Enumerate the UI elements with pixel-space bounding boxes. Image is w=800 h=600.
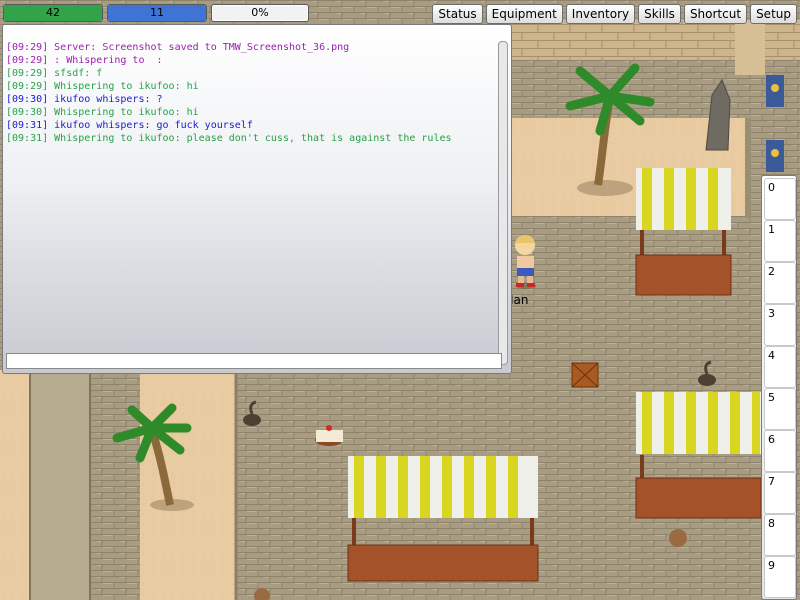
equipment-button[interactable]: Equipment bbox=[485, 4, 563, 24]
inventory-button[interactable]: Inventory bbox=[565, 4, 636, 24]
chat-line: [09:31] Whispering to ikufoo: please don… bbox=[6, 133, 452, 144]
chat-line: [09:29] sfsdf: f bbox=[6, 68, 103, 79]
chat-line: [09:30] ikufoo whispers: ? bbox=[6, 94, 163, 105]
slot-number: 6 bbox=[768, 433, 775, 446]
hp-value: 42 bbox=[46, 6, 60, 19]
slot-number: 4 bbox=[768, 349, 775, 362]
slot-number: 0 bbox=[768, 181, 775, 194]
shortcut-slot-6[interactable]: 6 bbox=[764, 430, 796, 472]
chat-log: [09:29] Server: Screenshot saved to TMW_… bbox=[6, 41, 496, 145]
slot-number: 9 bbox=[768, 559, 775, 572]
shortcut-bar: 0 1 2 3 4 5 6 7 8 9 bbox=[761, 175, 797, 600]
shortcut-slot-3[interactable]: 3 bbox=[764, 304, 796, 346]
window-menu: Status Equipment Inventory Skills Shortc… bbox=[432, 4, 797, 24]
shortcut-slot-8[interactable]: 8 bbox=[764, 514, 796, 556]
chat-scrollbar[interactable] bbox=[498, 41, 508, 365]
chat-line: [09:30] Whispering to ikufoo: hi bbox=[6, 107, 199, 118]
mp-bar: 11 bbox=[107, 4, 207, 22]
shortcut-button[interactable]: Shortcut bbox=[683, 4, 748, 24]
slot-number: 7 bbox=[768, 475, 775, 488]
slot-number: 1 bbox=[768, 223, 775, 236]
xp-bar: 0% bbox=[211, 4, 309, 22]
player-name-label: Ian bbox=[510, 293, 529, 307]
shortcut-slot-2[interactable]: 2 bbox=[764, 262, 796, 304]
xp-value: 0% bbox=[251, 6, 269, 19]
chat-line: [09:29] Whispering to ikufoo: hi bbox=[6, 81, 199, 92]
shortcut-slot-9[interactable]: 9 bbox=[764, 556, 796, 598]
skills-button[interactable]: Skills bbox=[638, 4, 681, 24]
setup-button[interactable]: Setup bbox=[750, 4, 797, 24]
hp-bar: 42 bbox=[3, 4, 103, 22]
slot-number: 3 bbox=[768, 307, 775, 320]
shortcut-slot-7[interactable]: 7 bbox=[764, 472, 796, 514]
chat-window[interactable]: [09:29] Server: Screenshot saved to TMW_… bbox=[2, 24, 512, 374]
status-button[interactable]: Status bbox=[432, 4, 483, 24]
shortcut-slot-5[interactable]: 5 bbox=[764, 388, 796, 430]
slot-number: 5 bbox=[768, 391, 775, 404]
slot-number: 2 bbox=[768, 265, 775, 278]
shortcut-slot-1[interactable]: 1 bbox=[764, 220, 796, 262]
mp-value: 11 bbox=[150, 6, 164, 19]
chat-line: [09:31] ikufoo whispers: go fuck yoursel… bbox=[6, 120, 253, 131]
shortcut-slot-0[interactable]: 0 bbox=[764, 178, 796, 220]
shortcut-slot-4[interactable]: 4 bbox=[764, 346, 796, 388]
chat-input[interactable] bbox=[6, 353, 502, 369]
slot-number: 8 bbox=[768, 517, 775, 530]
chat-line: [09:29] : Whispering to : bbox=[6, 55, 163, 66]
chat-line: [09:29] Server: Screenshot saved to TMW_… bbox=[6, 42, 350, 53]
